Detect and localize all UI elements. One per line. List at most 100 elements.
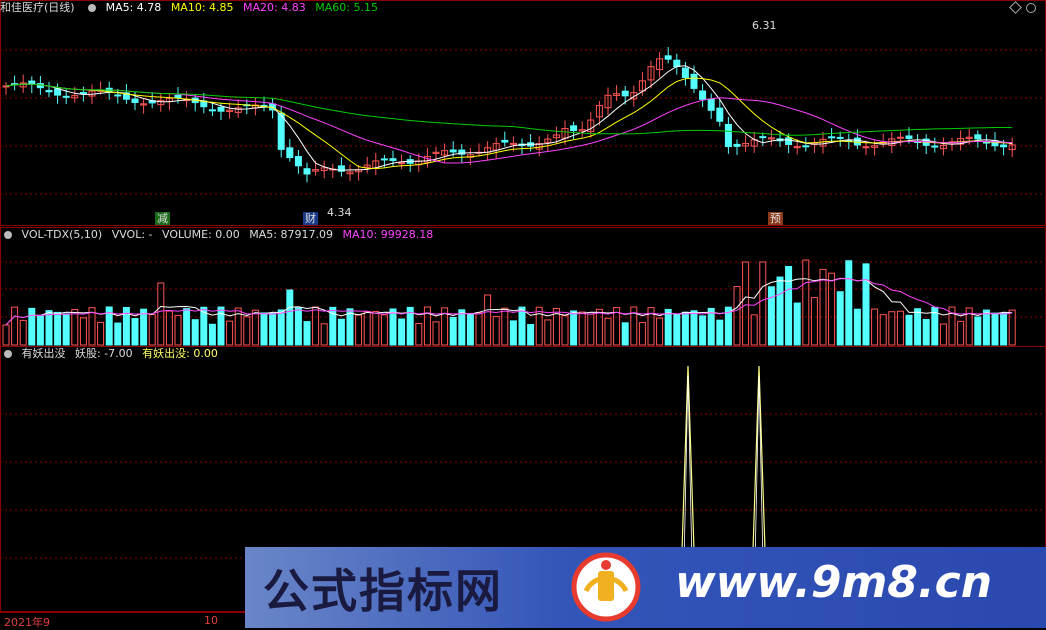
volume-bar (879, 314, 887, 346)
candle-body (208, 109, 216, 112)
volume-bar (320, 323, 328, 346)
candle-body (389, 158, 397, 161)
volume-bar (226, 320, 234, 346)
volume-label: VOLUME: 0.00 (162, 228, 240, 241)
candle-body (759, 136, 767, 139)
logo-icon (571, 552, 641, 622)
volume-bar (1008, 309, 1016, 346)
price-panel[interactable]: 和佳医疗(日线) MA5: 4.78 MA10: 4.85 MA20: 4.83… (0, 0, 1046, 226)
volume-bar (432, 321, 440, 346)
volume-bar (251, 309, 259, 346)
candle-body (836, 136, 844, 139)
volume-bar (974, 316, 982, 346)
volume-bar (621, 322, 629, 346)
volume-bar (991, 312, 999, 346)
toggle-icon[interactable] (4, 350, 12, 358)
panel-border (0, 0, 1046, 226)
volume-bar (896, 310, 904, 346)
candle-body (294, 156, 302, 167)
candle-body (793, 146, 801, 149)
volume-bar (286, 289, 294, 346)
candle-body (79, 92, 87, 95)
mark-cai: 财 (303, 212, 318, 225)
candle-body (398, 162, 406, 165)
volume-bar (570, 310, 578, 346)
volume-bar (114, 322, 122, 346)
volume-ma5-line (5, 277, 1013, 326)
volume-bar (707, 307, 715, 346)
mark-yu: 预 (768, 212, 783, 225)
volume-bar (62, 313, 70, 346)
candle-body (217, 106, 225, 112)
indicator-header: 有妖出没 妖股: -7.00 有妖出没: 0.00 (0, 346, 224, 362)
candle-body (716, 107, 724, 122)
volume-header: VOL-TDX(5,10) VVOL: - VOLUME: 0.00 MA5: … (0, 227, 439, 243)
watermark-left-text: 公式指标网 (263, 564, 503, 618)
volume-bar (587, 313, 595, 346)
candle-body (303, 168, 311, 175)
candle-body (174, 94, 182, 99)
ma10-label: MA10: 4.85 (170, 1, 234, 14)
volume-bar (750, 314, 758, 346)
candle-body (828, 136, 836, 139)
volume-panel[interactable]: VOL-TDX(5,10) VVOL: - VOLUME: 0.00 MA5: … (0, 227, 1046, 347)
ma20-line (5, 83, 1013, 164)
volume-bar (484, 294, 492, 346)
volume-bar (79, 317, 87, 346)
candle-body (802, 145, 810, 148)
volume-bar (148, 313, 156, 346)
volume-bar (492, 316, 500, 346)
volume-bar (733, 286, 741, 346)
volume-bar (466, 312, 474, 346)
candle-body (621, 90, 629, 97)
volume-bar (957, 320, 965, 346)
ma10-line (5, 77, 1013, 170)
volume-bar (131, 318, 139, 346)
volume-bar (1000, 312, 1008, 346)
volume-bar (939, 323, 947, 346)
volume-bar (415, 323, 423, 346)
volume-bar (45, 310, 53, 346)
volume-bar (690, 310, 698, 346)
volume-bar (140, 308, 148, 346)
candlestick-chart[interactable] (0, 0, 1046, 226)
volume-bar (71, 309, 79, 346)
volume-bar (191, 319, 199, 346)
volume-bar (759, 261, 767, 346)
volume-chart[interactable] (0, 227, 1046, 347)
candle-body (509, 142, 517, 145)
candle-body (286, 147, 294, 159)
volume-bar (243, 316, 251, 346)
volume-bar (36, 315, 44, 346)
candle-body (724, 123, 732, 148)
watermark-banner: 公式指标网 www.9m8.cn (245, 547, 1046, 628)
volume-bar (656, 317, 664, 346)
volume-bar (355, 314, 363, 346)
low-price-label: 4.34 (327, 206, 352, 219)
stock-title: 和佳医疗(日线) (0, 1, 75, 14)
volume-bar (260, 312, 268, 346)
volume-bar (174, 314, 182, 346)
volume-bar (767, 286, 775, 346)
candle-body (62, 95, 70, 98)
volume-bar (681, 311, 689, 346)
volume-bar (165, 310, 173, 346)
youyao-label: 有妖出没: 0.00 (142, 347, 218, 360)
candle-body (380, 158, 388, 161)
circle-icon[interactable] (1026, 3, 1036, 13)
volume-bar (28, 307, 36, 346)
vvol-label: VVOL: - (111, 228, 153, 241)
candle-body (131, 98, 139, 104)
vol-ma10-label: MA10: 99928.18 (342, 228, 434, 241)
volume-bar (208, 323, 216, 346)
ma60-line (5, 83, 1013, 136)
ma5-label: MA5: 4.78 (105, 1, 162, 14)
candle-body (931, 145, 939, 148)
toggle-icon[interactable] (4, 231, 12, 239)
volume-bar (810, 297, 818, 346)
toggle-icon[interactable] (88, 4, 97, 12)
volume-bar (458, 309, 466, 346)
volume-bar (742, 261, 750, 346)
volume-bar (97, 321, 105, 346)
volume-bar (389, 308, 397, 346)
